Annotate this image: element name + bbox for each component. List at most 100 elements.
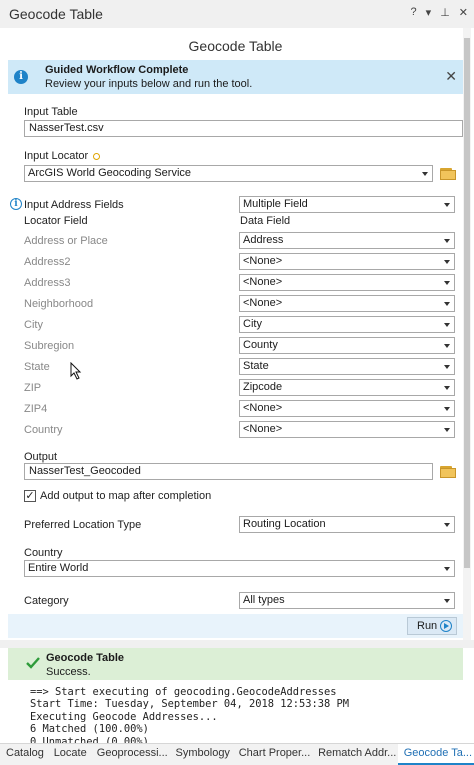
browse-folder-icon[interactable] (440, 466, 456, 478)
result-summary: Geocode Table Success. (8, 648, 463, 680)
country-label: Country (24, 547, 63, 559)
data-field-value: <None> (243, 276, 283, 288)
tab-symbology[interactable]: Symbology (170, 744, 233, 765)
locator-field-label: City (24, 319, 43, 331)
data-field-value: State (243, 360, 269, 372)
tool-title: Geocode Table (188, 38, 283, 54)
data-field-dropdown[interactable]: <None> (239, 400, 455, 417)
chevron-down-icon (444, 386, 450, 390)
input-locator-value: ArcGIS World Geocoding Service (28, 167, 192, 179)
data-field-value: Address (243, 234, 284, 246)
data-field-dropdown[interactable]: City (239, 316, 455, 333)
vertical-scrollbar[interactable] (463, 28, 471, 640)
input-table-label: Input Table (24, 106, 78, 118)
scrollbar-thumb[interactable] (464, 38, 470, 568)
data-field-dropdown[interactable]: County (239, 337, 455, 354)
tab-rematch-addresses[interactable]: Rematch Addr... (312, 744, 398, 765)
data-field-header: Data Field (240, 215, 291, 227)
data-field-dropdown[interactable]: <None> (239, 274, 455, 291)
locator-field-label: Address2 (24, 256, 71, 268)
chevron-down-icon (444, 344, 450, 348)
required-indicator-icon (93, 153, 100, 160)
help-icon[interactable]: ? (411, 6, 417, 19)
run-button[interactable]: Run (407, 617, 457, 635)
pane-controls: ? ▾ ⊥ ✕ (411, 6, 468, 19)
locator-field-header: Locator Field (24, 215, 88, 227)
tab-geoprocessing[interactable]: Geoprocessi... (91, 744, 170, 765)
locator-field-label: Country (24, 424, 63, 436)
preferred-location-value: Routing Location (243, 518, 326, 530)
pane-titlebar: Geocode Table ? ▾ ⊥ ✕ (0, 0, 474, 28)
tab-chart-properties[interactable]: Chart Proper... (233, 744, 312, 765)
country-value: Entire World (28, 562, 89, 574)
data-field-dropdown[interactable]: Zipcode (239, 379, 455, 396)
chevron-down-icon (444, 365, 450, 369)
address-fields-dropdown[interactable]: Multiple Field (239, 196, 455, 213)
chevron-down-icon (444, 323, 450, 327)
input-locator-dropdown[interactable]: ArcGIS World Geocoding Service (24, 165, 433, 182)
log-line: Start Time: Tuesday, September 04, 2018 … (30, 698, 350, 711)
data-field-dropdown[interactable]: <None> (239, 421, 455, 438)
chevron-down-icon (444, 281, 450, 285)
locator-field-label: State (24, 361, 50, 373)
tool-pane: Geocode Table i Guided Workflow Complete… (8, 28, 463, 640)
input-locator-label: Input Locator (24, 150, 89, 162)
chevron-down-icon (444, 302, 450, 306)
locator-field-label: Neighborhood (24, 298, 94, 310)
results-separator (0, 640, 474, 648)
chevron-down-icon (422, 172, 428, 176)
result-status: Success. (46, 666, 91, 678)
success-check-icon (26, 657, 40, 669)
pane-tabs: Catalog Locate Geoprocessi... Symbology … (0, 743, 474, 765)
preferred-location-dropdown[interactable]: Routing Location (239, 516, 455, 533)
banner-close-icon[interactable]: ✕ (445, 68, 457, 85)
log-line: 6 Matched (100.00%) (30, 723, 149, 736)
pane-title: Geocode Table (9, 6, 103, 22)
pane-menu-icon[interactable]: ▾ (426, 6, 432, 19)
run-bar: Run (8, 614, 463, 638)
chevron-down-icon (444, 599, 450, 603)
workflow-banner: i Guided Workflow Complete Review your i… (8, 60, 463, 94)
data-field-dropdown[interactable]: <None> (239, 253, 455, 270)
data-field-dropdown[interactable]: Address (239, 232, 455, 249)
data-field-value: <None> (243, 423, 283, 435)
info-icon: i (14, 70, 28, 84)
chevron-down-icon (444, 239, 450, 243)
mouse-cursor-icon (70, 362, 82, 380)
category-value: All types (243, 594, 285, 606)
log-line: Executing Geocode Addresses... (30, 710, 218, 723)
tab-geocode-table[interactable]: Geocode Ta... (397, 744, 474, 765)
locator-field-label: Address or Place (24, 235, 108, 247)
data-field-value: City (243, 318, 262, 330)
locator-field-label: ZIP4 (24, 403, 48, 415)
locator-field-label: ZIP (24, 382, 42, 394)
data-field-value: <None> (243, 297, 283, 309)
category-dropdown[interactable]: All types (239, 592, 455, 609)
country-dropdown[interactable]: Entire World (24, 560, 455, 577)
log-line: ==> Start executing of geocoding.Geocode… (30, 686, 337, 698)
data-field-dropdown[interactable]: State (239, 358, 455, 375)
chevron-down-icon (444, 407, 450, 411)
output-field[interactable]: NasserTest_Geocoded (24, 463, 433, 480)
chevron-down-icon (444, 428, 450, 432)
browse-folder-icon[interactable] (440, 168, 456, 180)
chevron-down-icon (444, 203, 450, 207)
pin-icon[interactable]: ⊥ (440, 6, 450, 19)
category-label: Category (24, 595, 69, 607)
message-log: ==> Start executing of geocoding.Geocode… (30, 686, 460, 746)
data-field-value: Zipcode (243, 381, 283, 393)
data-field-dropdown[interactable]: <None> (239, 295, 455, 312)
data-field-value: County (243, 339, 278, 351)
address-fields-value: Multiple Field (243, 198, 308, 210)
close-pane-icon[interactable]: ✕ (459, 6, 468, 19)
banner-title: Guided Workflow Complete (45, 64, 189, 76)
tab-catalog[interactable]: Catalog (0, 744, 48, 765)
info-icon[interactable]: i (10, 198, 22, 210)
tab-locate[interactable]: Locate (48, 744, 91, 765)
output-label: Output (24, 451, 58, 463)
address-fields-label: Input Address Fields (24, 199, 124, 211)
add-output-checkbox[interactable]: ✓ (24, 490, 36, 502)
play-icon (440, 620, 452, 632)
input-table-field[interactable]: NasserTest.csv (24, 120, 463, 137)
result-title: Geocode Table (46, 652, 125, 664)
